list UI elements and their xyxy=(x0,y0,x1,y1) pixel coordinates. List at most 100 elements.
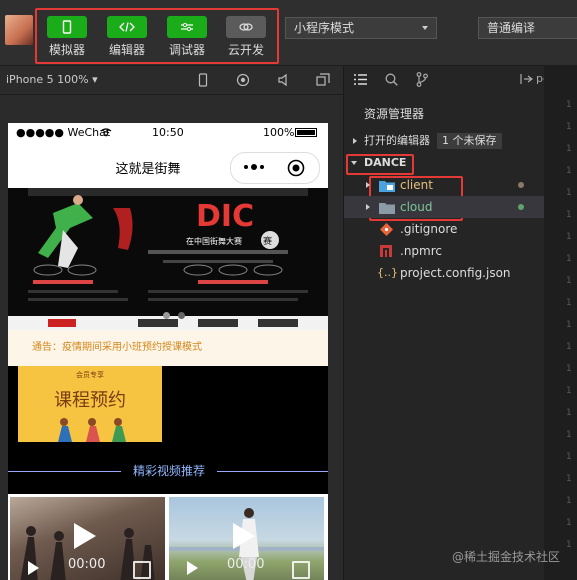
course-card-title: 课程预约 xyxy=(54,390,126,411)
record-icon[interactable] xyxy=(236,73,250,87)
close-miniprogram-icon[interactable] xyxy=(287,159,305,177)
carrier-text: ●●●●● WeChat xyxy=(16,126,111,139)
modified-dot xyxy=(518,182,524,188)
code-icon xyxy=(107,16,147,38)
notice-bar: 通告：疫情期间采用小班预约授课模式 xyxy=(8,330,328,366)
fullscreen-icon[interactable] xyxy=(292,561,310,579)
sliders-icon xyxy=(167,16,207,38)
volume-icon[interactable] xyxy=(276,73,290,87)
editor-tool-button[interactable]: 编辑器 xyxy=(101,16,153,58)
course-booking-card[interactable]: 会员专享 课程预约 xyxy=(18,366,162,442)
tool-group: 模拟器 编辑器 调试器 云开发 xyxy=(35,8,279,64)
course-card-subtitle: 会员专享 xyxy=(76,371,104,379)
battery-icon xyxy=(295,128,317,137)
files-list-icon[interactable] xyxy=(354,74,367,85)
small-play-icon[interactable] xyxy=(187,561,198,575)
svg-text:DIC: DIC xyxy=(196,199,254,234)
phone-icon xyxy=(47,16,87,38)
folder-icon xyxy=(379,203,395,214)
simulator-toolbar: iPhone 5 100% ▾ xyxy=(0,66,343,95)
line-number-gutter: 111111111111111111111 xyxy=(566,100,572,550)
banner-subtitle: 在中国街舞大赛 xyxy=(186,236,242,246)
divider-left xyxy=(8,471,121,472)
cloud-dev-label: 云开发 xyxy=(227,43,264,57)
tree-item-label: .npmrc xyxy=(400,244,442,258)
top-toolbar: 模拟器 编辑器 调试器 云开发 小程序模式 普通编译 xyxy=(0,0,577,66)
small-play-icon[interactable] xyxy=(28,561,39,575)
event-banner[interactable]: DIC 在中国街舞大赛 赛 xyxy=(8,188,328,330)
explorer-title: 资源管理器 xyxy=(364,107,425,121)
tree-item-label: cloud xyxy=(400,200,433,214)
simulator-panel: ●●●●● WeChat 10:50 100% 这就是街舞 DIC 在中国街舞大… xyxy=(0,95,343,580)
code-editor[interactable]: 111111111111111111111 xyxy=(544,66,577,580)
chevron-down-icon xyxy=(351,161,357,165)
open-editors-label: 打开的编辑器 xyxy=(364,134,430,147)
npm-icon xyxy=(380,245,392,257)
battery-percent: 100% xyxy=(263,126,295,139)
chevron-right-icon xyxy=(366,182,370,188)
tree-item-label: .gitignore xyxy=(400,222,458,236)
video-time: 00:00 xyxy=(227,557,265,572)
project-root[interactable]: DANCE xyxy=(344,152,544,174)
status-time: 10:50 xyxy=(152,126,184,139)
phone-rotate-icon[interactable] xyxy=(196,73,210,87)
debugger-label: 调试器 xyxy=(168,43,205,57)
play-icon[interactable] xyxy=(233,523,255,549)
explorer-activity-bar: peMess xyxy=(344,66,577,94)
source-control-icon[interactable] xyxy=(416,72,428,87)
phone-screen: ●●●●● WeChat 10:50 100% 这就是街舞 DIC 在中国街舞大… xyxy=(8,123,328,580)
watermark-text: @稀土掘金技术社区 xyxy=(452,550,561,564)
status-bar: ●●●●● WeChat 10:50 100% xyxy=(8,123,328,143)
tree-item-cloud[interactable]: cloud xyxy=(344,196,544,218)
banner-graphic: DIC 在中国街舞大赛 赛 xyxy=(8,188,328,330)
carousel-indicator[interactable] xyxy=(178,312,185,319)
cloud-dev-tool-button[interactable]: 云开发 xyxy=(220,16,272,58)
capsule-menu xyxy=(230,152,320,184)
section-title: 精彩视频推荐 xyxy=(132,464,205,478)
carousel-indicator[interactable] xyxy=(163,312,170,319)
device-select[interactable]: iPhone 5 100% ▾ xyxy=(6,73,98,86)
chevron-down-icon xyxy=(422,26,428,30)
nav-bar: 这就是街舞 xyxy=(8,143,328,188)
content-area: 会员专享 课程预约 精彩视频推荐 00:00 00:00 xyxy=(8,366,328,580)
video-time: 00:00 xyxy=(68,557,106,572)
project-name: DANCE xyxy=(364,156,407,169)
unsaved-badge: 1 个未保存 xyxy=(437,133,502,149)
detach-window-icon[interactable] xyxy=(316,73,330,87)
simulator-label: 模拟器 xyxy=(48,43,85,57)
video-card[interactable]: 00:00 xyxy=(10,497,165,580)
video-list: 00:00 00:00 xyxy=(8,494,328,580)
chevron-right-icon xyxy=(353,138,357,144)
divider-right xyxy=(217,471,328,472)
tree-item-label: project.config.json xyxy=(400,266,511,280)
tree-item-label: client xyxy=(400,178,433,192)
course-card-illustration xyxy=(58,418,126,442)
user-avatar[interactable] xyxy=(5,15,33,45)
editor-label: 编辑器 xyxy=(108,43,145,57)
svg-text:赛: 赛 xyxy=(263,235,272,247)
more-dots-icon[interactable] xyxy=(243,163,265,171)
search-icon[interactable] xyxy=(385,73,398,86)
simulator-tool-button[interactable]: 模拟器 xyxy=(41,16,93,58)
open-editors-section[interactable]: 打开的编辑器 1 个未保存 xyxy=(344,130,544,152)
compile-select[interactable]: 普通编译 xyxy=(478,17,577,39)
file-explorer: peMess 资源管理器 打开的编辑器 1 个未保存 DANCE client … xyxy=(344,66,577,580)
mode-select[interactable]: 小程序模式 xyxy=(285,17,437,39)
folder-client-icon xyxy=(379,181,395,192)
video-card[interactable]: 00:00 xyxy=(169,497,324,580)
cloud-link-icon xyxy=(226,16,266,38)
compile-select-value: 普通编译 xyxy=(487,21,536,35)
tree-item-npmrc[interactable]: .npmrc xyxy=(344,240,544,262)
split-editor-icon[interactable] xyxy=(520,73,533,85)
debugger-tool-button[interactable]: 调试器 xyxy=(161,16,213,58)
tree-item-client[interactable]: client xyxy=(344,174,544,196)
wifi-icon xyxy=(100,128,112,137)
modified-dot xyxy=(518,204,524,210)
json-icon: {..} xyxy=(377,266,398,279)
tree-item-gitignore[interactable]: .gitignore xyxy=(344,218,544,240)
git-icon xyxy=(380,223,393,236)
play-icon[interactable] xyxy=(74,523,96,549)
tree-item-project-config[interactable]: {..} project.config.json xyxy=(344,262,544,284)
mode-select-value: 小程序模式 xyxy=(294,21,355,35)
fullscreen-icon[interactable] xyxy=(133,561,151,579)
